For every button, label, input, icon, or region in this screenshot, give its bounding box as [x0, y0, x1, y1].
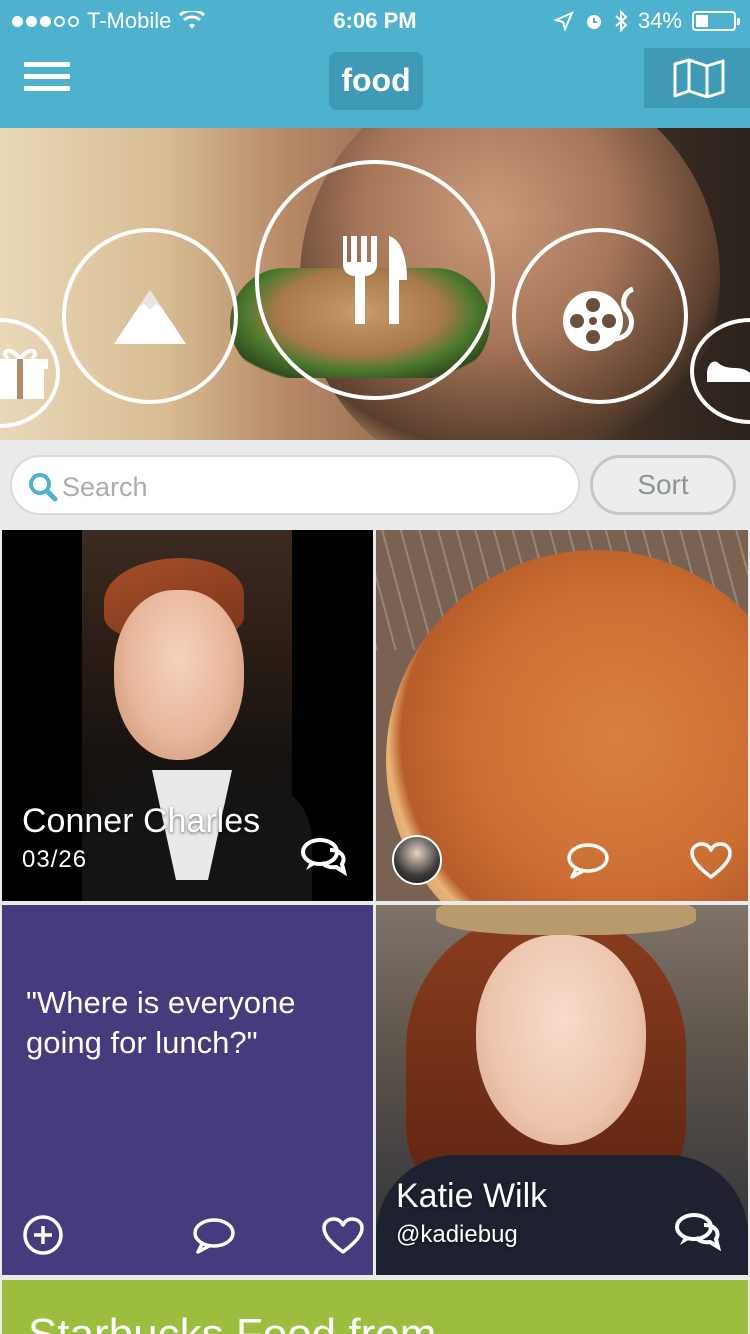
- search-icon: [29, 473, 58, 502]
- location-arrow-icon: [553, 11, 574, 31]
- profile-photo-hat: [436, 905, 696, 935]
- profile-photo-face: [476, 935, 646, 1145]
- search-input[interactable]: [62, 467, 562, 507]
- profile-name: Conner Charles: [22, 802, 261, 840]
- status-right: 34%: [553, 8, 740, 34]
- hamburger-menu-icon[interactable]: [24, 62, 70, 94]
- feed-tile-starbucks[interactable]: Starbucks Food from: [2, 1280, 748, 1334]
- category-outdoors[interactable]: [62, 228, 238, 404]
- bluetooth-icon: [615, 10, 628, 32]
- category-food[interactable]: [255, 160, 495, 400]
- feed-tile-photo-pie[interactable]: [376, 530, 748, 901]
- author-avatar[interactable]: [392, 835, 442, 885]
- heart-icon[interactable]: [322, 1217, 364, 1255]
- comment-icon[interactable]: [192, 1217, 236, 1255]
- feed-tile-profile-conner[interactable]: Conner Charles 03/26: [2, 530, 373, 901]
- category-movies[interactable]: [512, 228, 688, 404]
- category-carousel[interactable]: [0, 128, 750, 440]
- battery-percent: 34%: [637, 8, 682, 33]
- feed-tile-quote[interactable]: "Where is everyone going for lunch?": [2, 905, 373, 1275]
- sort-button[interactable]: Sort: [590, 455, 736, 515]
- profile-name: Katie Wilk: [396, 1177, 548, 1215]
- profile-handle: @kadiebug: [396, 1221, 518, 1248]
- category-title: food: [329, 52, 423, 110]
- status-bar: T-Mobile 6:06 PM 34%: [0, 0, 750, 40]
- battery-icon: [692, 11, 740, 31]
- map-button[interactable]: [644, 48, 750, 108]
- post-date: 03/26: [22, 846, 88, 873]
- search-bar[interactable]: [10, 455, 580, 515]
- fork-knife-icon: [343, 236, 407, 324]
- conversation-icon[interactable]: [300, 836, 348, 876]
- conversation-icon[interactable]: [674, 1211, 722, 1251]
- film-reel-icon: [563, 286, 635, 351]
- alarm-icon: [586, 15, 601, 29]
- profile-photo-face: [114, 590, 244, 760]
- top-bar: T-Mobile 6:06 PM 34% food: [0, 0, 750, 128]
- category-gift[interactable]: [0, 318, 60, 428]
- add-circle-icon[interactable]: [22, 1214, 64, 1256]
- shoe-icon: [707, 361, 750, 382]
- post-title: Starbucks Food from: [28, 1310, 436, 1334]
- quote-text: "Where is everyone going for lunch?": [26, 985, 296, 1060]
- mountain-icon: [114, 290, 186, 344]
- map-icon: [673, 58, 725, 98]
- feed-tile-profile-katie[interactable]: Katie Wilk @kadiebug: [376, 905, 748, 1275]
- heart-icon[interactable]: [690, 842, 732, 880]
- battery-fill: [696, 15, 708, 27]
- comment-icon[interactable]: [566, 842, 610, 880]
- gift-icon: [0, 348, 48, 399]
